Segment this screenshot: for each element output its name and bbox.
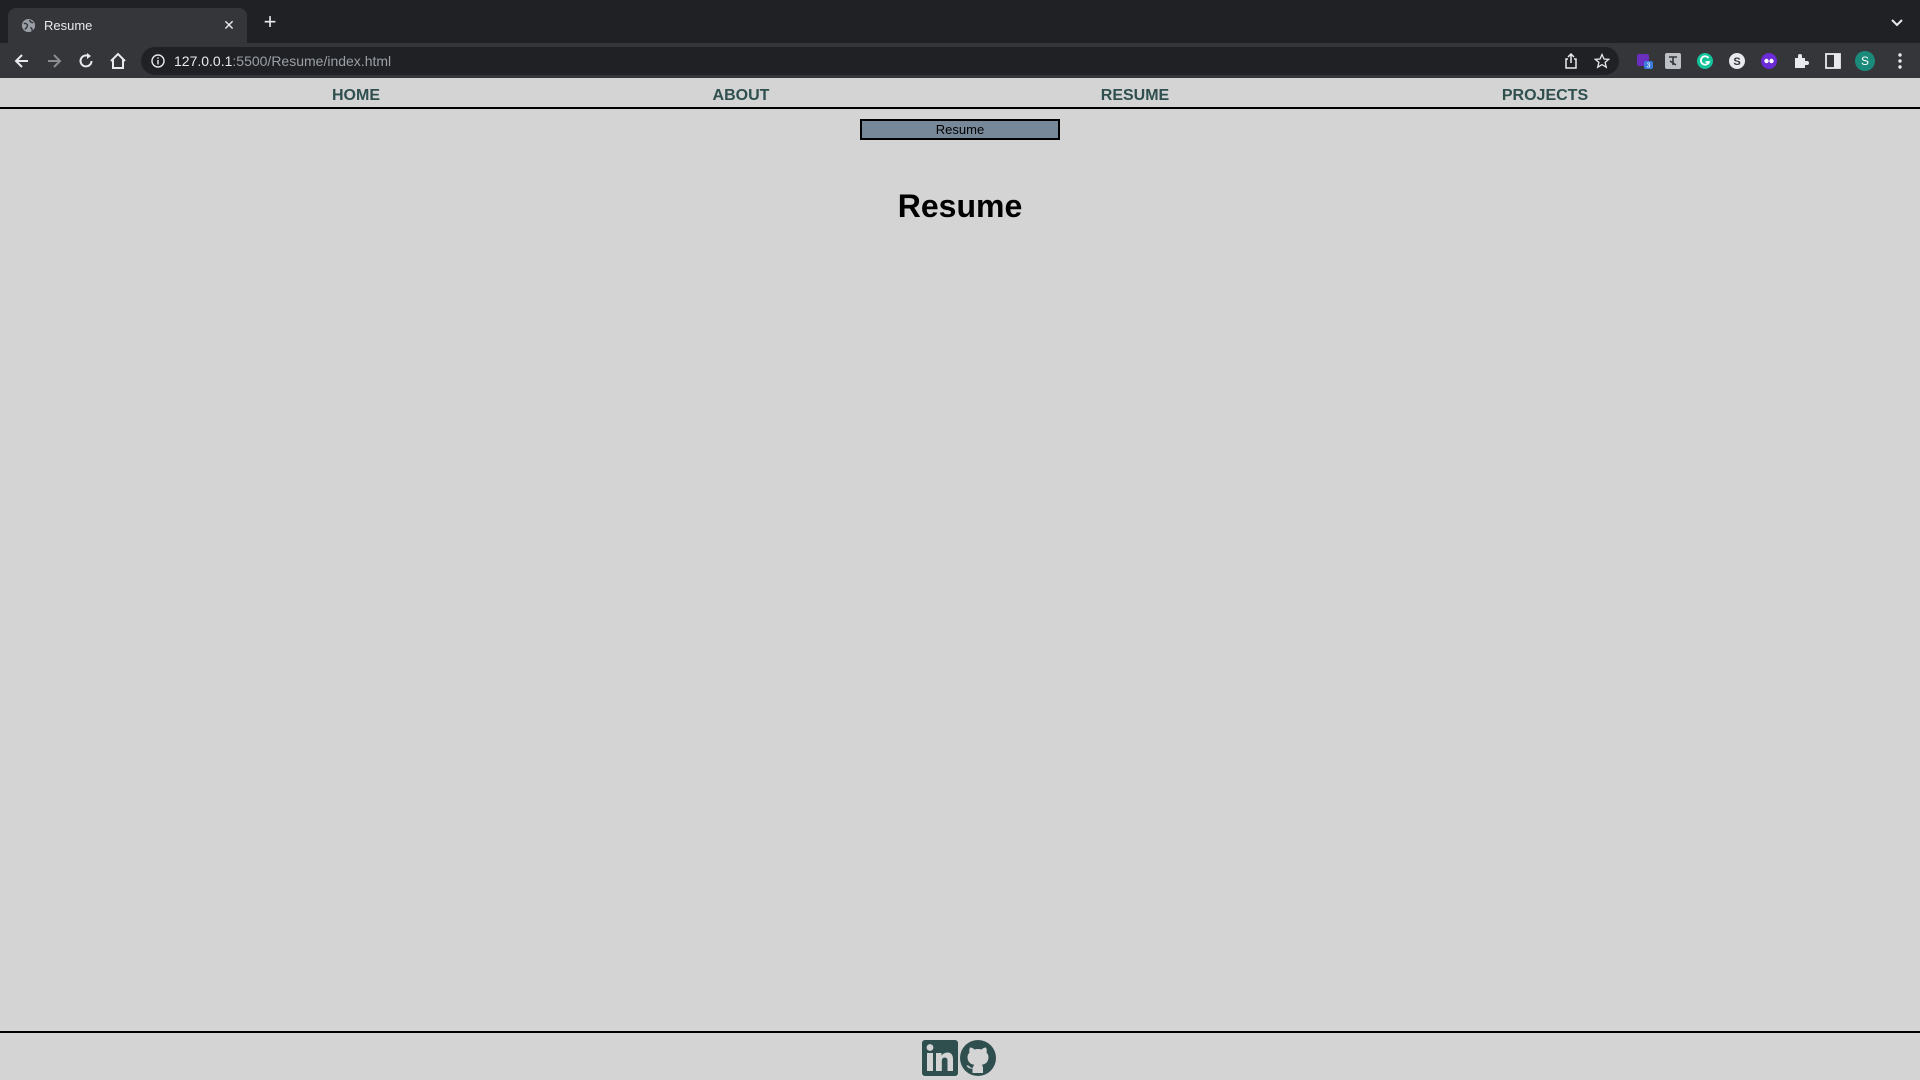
globe-icon [21, 18, 36, 33]
page-content: HOME ABOUT RESUME PROJECTS Resume Resume [0, 78, 1920, 1080]
tab-title: Resume [44, 18, 93, 33]
address-bar[interactable]: 127.0.0.1:5500/Resume/index.html [141, 47, 1619, 75]
url-host: 127.0.0.1 [174, 53, 233, 69]
forward-arrow-icon[interactable] [44, 51, 64, 71]
back-arrow-icon[interactable] [12, 51, 32, 71]
profile-avatar[interactable]: S [1855, 51, 1875, 71]
svg-text:S: S [1733, 56, 1740, 68]
browser-tabstrip: Resume ✕ + [0, 0, 1920, 43]
extension-calendar-icon[interactable]: 3 [1636, 52, 1654, 70]
new-tab-icon[interactable]: + [260, 11, 280, 33]
menu-dots-icon[interactable] [1892, 51, 1908, 71]
browser-toolbar: 127.0.0.1:5500/Resume/index.html 3 S S [0, 43, 1920, 78]
resume-button[interactable]: Resume [860, 119, 1060, 140]
reload-icon[interactable] [76, 51, 96, 71]
url-path: :5500/Resume/index.html [232, 53, 392, 69]
close-icon[interactable]: ✕ [221, 17, 237, 33]
chevron-down-icon[interactable] [1890, 16, 1904, 30]
extension-purple-icon[interactable] [1760, 52, 1778, 70]
page-title: Resume [897, 188, 1023, 224]
url-text[interactable]: 127.0.0.1:5500/Resume/index.html [174, 53, 391, 69]
github-icon[interactable] [959, 1039, 997, 1077]
extension-translate-icon[interactable] [1664, 52, 1682, 70]
info-icon[interactable] [151, 54, 165, 68]
grammarly-icon[interactable] [1696, 52, 1714, 70]
nav-link-about[interactable]: ABOUT [713, 87, 770, 105]
site-nav: HOME ABOUT RESUME PROJECTS [0, 78, 1920, 109]
side-panel-icon[interactable] [1824, 52, 1842, 70]
nav-link-resume[interactable]: RESUME [1101, 87, 1169, 105]
extensions-puzzle-icon[interactable] [1792, 52, 1810, 70]
bookmark-star-icon[interactable] [1594, 53, 1610, 69]
footer [0, 1031, 1920, 1080]
extension-s-icon[interactable]: S [1728, 52, 1746, 70]
svg-text:3: 3 [1647, 63, 1651, 70]
nav-link-projects[interactable]: PROJECTS [1502, 87, 1588, 105]
nav-link-home[interactable]: HOME [332, 87, 380, 105]
browser-tab[interactable]: Resume ✕ [8, 8, 247, 43]
share-icon[interactable] [1563, 53, 1579, 69]
home-icon[interactable] [108, 51, 128, 71]
linkedin-icon[interactable] [921, 1039, 959, 1077]
